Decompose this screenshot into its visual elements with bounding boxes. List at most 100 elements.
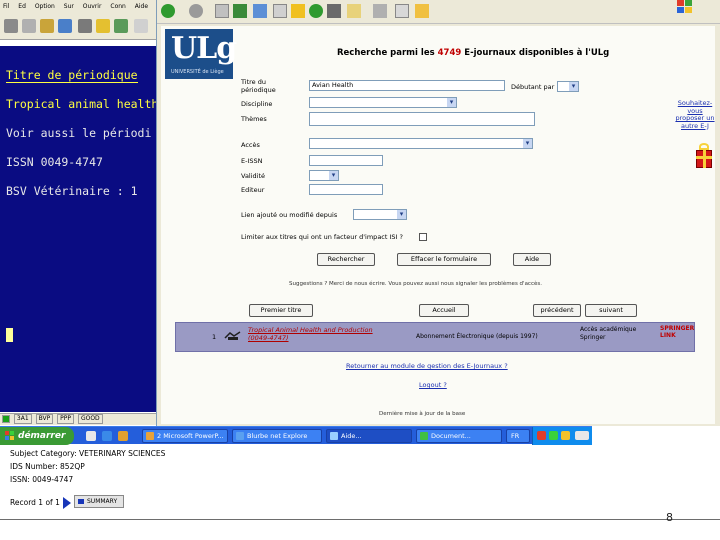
status-item: 3A1 [13,414,32,424]
first-title-button[interactable]: Premier titre [249,304,313,317]
windows-flag-icon [5,431,15,441]
tray-icon[interactable] [549,431,558,440]
eissn-input[interactable] [309,155,383,166]
tray-icon[interactable] [575,431,589,440]
tool-icon[interactable] [78,19,92,33]
result-title-link[interactable]: Tropical Animal Health and Production (0… [248,326,373,342]
editeur-input[interactable] [309,184,383,195]
print-icon[interactable] [373,4,387,18]
text-cursor [6,328,13,342]
gift-icon [695,142,713,168]
search-icon[interactable] [273,4,287,18]
outlook-icon[interactable] [118,431,128,441]
windows-logo-icon [677,0,693,14]
status-led-icon [2,415,10,423]
save-icon[interactable] [58,19,72,33]
terminal-line: BSV Vétérinaire : 1 [6,184,138,198]
modified-since-label: Lien ajouté ou modifié depuis [241,211,338,219]
terminal-line: ISSN 0049-4747 [6,155,103,169]
mail-icon[interactable] [347,4,361,18]
status-item: BVP [35,414,54,424]
impact-factor-label: Limiter aux titres qui ont un facteur d'… [241,233,403,241]
pdf-icon [224,331,241,340]
subject-category: Subject Category: VETERINARY SCIENCES [10,449,166,458]
logo-subtitle: UNIVERSITÉ de Liège [171,69,224,75]
terminal-screen[interactable]: Titre de périodique Tropical animal heal… [0,46,160,412]
terminal-line: Voir aussi le périodi [6,126,152,140]
status-item: GOOD [77,414,103,424]
screenshot: Fil Ed Option Sur Ouvrir Conn Aide Titre… [0,0,720,540]
result-number: 1 [212,333,217,341]
home-icon[interactable] [253,4,267,18]
ie-icon[interactable] [102,431,112,441]
stop-icon[interactable] [215,4,229,18]
browser-toolbar [157,0,720,24]
history-icon[interactable] [309,4,323,18]
title-mode-select[interactable] [557,81,579,92]
impact-factor-checkbox[interactable] [419,233,427,241]
home-button[interactable]: Accueil [419,304,469,317]
terminal-menu-item[interactable]: Ouvrir [83,3,102,10]
themes-input[interactable] [309,112,535,126]
terminal-menu-item[interactable]: Conn [110,3,125,10]
discipline-select[interactable] [309,97,457,108]
result-access: Abonnement Électronique (depuis 1997) [416,333,538,340]
copy-icon[interactable] [22,19,36,33]
key-icon[interactable] [96,19,110,33]
forward-icon[interactable] [189,4,203,18]
eissn-label: E-ISSN [241,157,263,165]
journal-count: 4749 [437,48,462,58]
discipline-label: Discipline [241,100,273,108]
logo-text: ULg [171,31,237,66]
modified-since-select[interactable] [353,209,407,220]
title-input[interactable]: Avian Health [309,80,505,91]
terminal-menu-item[interactable]: Fil [3,3,9,10]
ulg-logo: ULg UNIVERSITÉ de Liège [165,29,237,79]
tray-icon[interactable] [537,431,546,440]
terminal-menu-item[interactable]: Ed [18,3,26,10]
back-to-management-link[interactable]: Retourner au module de gestion des E-Jou… [346,362,508,370]
terminal-menu-item[interactable]: Sur [64,3,74,10]
messenger-icon[interactable] [415,4,429,18]
terminal-line: Tropical animal health [6,97,159,111]
title-label: Titre du périodique [241,78,276,94]
footer-note: Dernière mise à jour de la base [379,411,466,417]
taskbar: démarrer 2 Microsoft PowerP... Blurbe ne… [0,426,592,445]
help-button[interactable]: Aide [513,253,551,266]
tray-icon[interactable] [561,431,570,440]
taskbar-item[interactable]: 2 Microsoft PowerP... [142,429,228,443]
media-icon[interactable] [327,4,341,18]
logout-link[interactable]: Logout ? [419,381,447,389]
connect-icon[interactable] [114,19,128,33]
language-indicator[interactable]: FR [506,429,530,443]
help-icon[interactable] [134,19,148,33]
taskbar-item[interactable]: Document... [416,429,502,443]
print-icon[interactable] [4,19,18,33]
acces-select[interactable] [309,138,533,149]
terminal-menu-item[interactable]: Aide [135,3,148,10]
record-counter: Record 1 of 1 [10,498,60,507]
taskbar-item[interactable]: Aide... [326,429,412,443]
back-icon[interactable] [161,4,175,18]
suggestions-note: Suggestions ? Merci de nous écrire. Vous… [289,281,542,287]
web-page: ULg UNIVERSITÉ de Liège Recherche parmi … [161,26,715,424]
summary-button[interactable]: SUMMARY [74,495,124,508]
clear-form-button[interactable]: Effacer le formulaire [397,253,491,266]
taskbar-item[interactable]: Blurbe net Explore [232,429,322,443]
start-button[interactable]: démarrer [0,427,74,445]
next-button[interactable]: suivant [585,304,637,317]
terminal-menu-item[interactable]: Option [35,3,55,10]
status-item: PPP [57,414,75,424]
desktop-icon[interactable] [86,431,96,441]
validite-select[interactable] [309,170,339,181]
folder-icon[interactable] [40,19,54,33]
next-record-arrow-icon[interactable] [63,497,71,509]
refresh-icon[interactable] [233,4,247,18]
search-button[interactable]: Rechercher [317,253,375,266]
favorites-icon[interactable] [291,4,305,18]
propose-journal-link[interactable]: Souhaitez-vous proposer un autre E-J [673,99,715,130]
previous-button[interactable]: précédent [533,304,581,317]
provider-logo[interactable]: SPRINGER LINK [660,325,694,339]
edit-icon[interactable] [395,4,409,18]
page-title: Recherche parmi les 4749 E-journaux disp… [337,48,610,58]
